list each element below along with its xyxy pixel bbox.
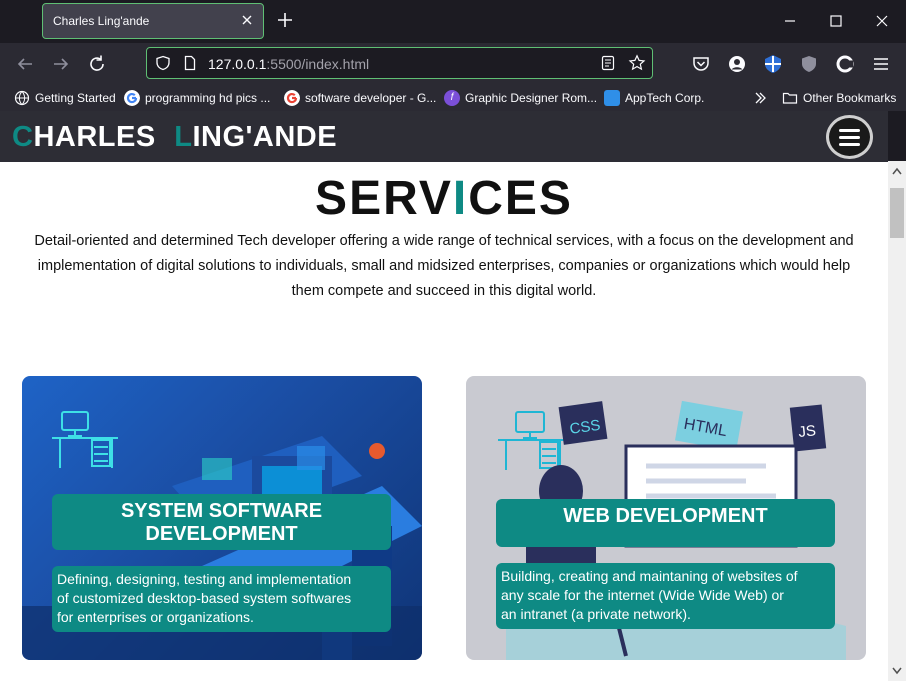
bookmark-graphic-designer[interactable]: f Graphic Designer Rom... bbox=[444, 89, 597, 107]
bookmark-label: programming hd pics ... bbox=[145, 91, 271, 105]
adblock-icon[interactable] bbox=[798, 53, 820, 75]
site-header: CHARLES LING'ANDE bbox=[0, 111, 888, 162]
title-part: CES bbox=[468, 172, 573, 225]
card-heading-web-development: WEB DEVELOPMENT bbox=[496, 499, 835, 547]
scroll-up-arrow-icon[interactable] bbox=[892, 167, 902, 175]
chevron-right-icon[interactable] bbox=[753, 91, 767, 105]
tab-title: Charles Ling'ande bbox=[53, 14, 150, 28]
intro-line: Detail-oriented and determined Tech deve… bbox=[34, 233, 854, 249]
reload-icon[interactable] bbox=[86, 53, 108, 75]
page-scrollbar[interactable] bbox=[888, 161, 906, 681]
services-heading: SERVICES bbox=[0, 171, 888, 226]
intro-line: implementation of digital solutions to i… bbox=[37, 258, 851, 274]
url-text[interactable]: 127.0.0.1:5500/index.html bbox=[208, 56, 369, 72]
bookmark-software-developer[interactable]: software developer - G... bbox=[284, 89, 436, 107]
reader-view-icon[interactable] bbox=[600, 55, 616, 71]
menu-bar-line bbox=[839, 143, 860, 146]
desc-line: any scale for the internet (Wide Wide We… bbox=[501, 587, 784, 603]
extension-icon[interactable] bbox=[834, 53, 856, 75]
intro-line: them compete and succeed in this digital… bbox=[291, 283, 597, 299]
url-bar[interactable]: 127.0.0.1:5500/index.html bbox=[146, 47, 653, 79]
close-tab-icon[interactable] bbox=[239, 12, 255, 28]
shield-icon[interactable] bbox=[155, 55, 171, 71]
scroll-down-arrow-icon[interactable] bbox=[892, 667, 902, 675]
desc-line: for enterprises or organizations. bbox=[57, 609, 254, 625]
menu-bar-line bbox=[839, 136, 860, 139]
desc-line: of customized desktop-based system softw… bbox=[57, 590, 352, 606]
card-description-system-software: Defining, designing, testing and impleme… bbox=[52, 566, 391, 632]
google-icon bbox=[284, 90, 300, 106]
browser-tab[interactable]: Charles Ling'ande bbox=[42, 3, 264, 39]
bookmark-label: AppTech Corp. bbox=[625, 91, 705, 105]
menu-hamburger-icon[interactable] bbox=[870, 53, 892, 75]
card-description-web-development: Building, creating and maintaning of web… bbox=[496, 563, 835, 629]
google-icon bbox=[124, 90, 140, 106]
services-intro: Detail-oriented and determined Tech deve… bbox=[0, 229, 888, 304]
folder-icon bbox=[782, 92, 798, 104]
close-window-icon[interactable] bbox=[871, 10, 893, 32]
bookmarks-bar: Getting Started programming hd pics ... … bbox=[0, 85, 906, 111]
page-viewport: CHARLES LING'ANDE SERVICES Detail-orient… bbox=[0, 111, 888, 681]
bookmark-label: Graphic Designer Rom... bbox=[465, 91, 598, 105]
apptech-icon bbox=[604, 90, 620, 106]
desc-line: an intranet (a private network). bbox=[501, 606, 691, 622]
site-menu-button[interactable] bbox=[826, 115, 873, 159]
heading-line: DEVELOPMENT bbox=[145, 523, 298, 545]
new-tab-icon[interactable] bbox=[276, 11, 294, 29]
desc-line: Defining, designing, testing and impleme… bbox=[57, 571, 352, 587]
service-card-system-software[interactable]: SYSTEM SOFTWARE DEVELOPMENT Defining, de… bbox=[22, 376, 422, 660]
title-accent: I bbox=[452, 172, 469, 225]
designer-icon: f bbox=[444, 90, 460, 106]
card-heading-system-software: SYSTEM SOFTWARE DEVELOPMENT bbox=[52, 494, 391, 550]
heading-line: WEB DEVELOPMENT bbox=[563, 505, 768, 527]
maximize-icon[interactable] bbox=[825, 10, 847, 32]
pocket-icon[interactable] bbox=[690, 53, 712, 75]
back-icon[interactable] bbox=[14, 53, 36, 75]
bookmark-apptech[interactable]: AppTech Corp. bbox=[604, 89, 704, 107]
site-logo[interactable]: CHARLES LING'ANDE bbox=[12, 121, 337, 154]
service-card-web-development[interactable]: CSS HTML JS WEB DEVELOPMENT Building, cr… bbox=[466, 376, 866, 660]
bookmark-label: Getting Started bbox=[35, 91, 116, 105]
heading-line: SYSTEM SOFTWARE bbox=[120, 500, 323, 522]
page-icon[interactable] bbox=[182, 55, 198, 71]
account-icon[interactable] bbox=[726, 53, 748, 75]
bookmark-label: software developer - G... bbox=[305, 91, 437, 105]
globe-icon bbox=[14, 90, 30, 106]
scrollbar-thumb[interactable] bbox=[890, 188, 904, 238]
bookmark-getting-started[interactable]: Getting Started bbox=[14, 89, 116, 107]
other-bookmarks-label: Other Bookmarks bbox=[803, 91, 897, 105]
logo-first-name: HARLES bbox=[33, 121, 165, 153]
tab-strip: Charles Ling'ande bbox=[0, 0, 906, 43]
js-art-label: JS bbox=[798, 422, 817, 441]
minimize-icon[interactable] bbox=[779, 10, 801, 32]
logo-initial-l: L bbox=[174, 121, 193, 153]
forward-icon[interactable] bbox=[50, 53, 72, 75]
menu-bar-line bbox=[839, 129, 860, 132]
logo-last-name: ING'ANDE bbox=[192, 121, 338, 153]
desc-line: Building, creating and maintaning of web… bbox=[501, 568, 798, 584]
other-bookmarks[interactable]: Other Bookmarks bbox=[782, 89, 896, 107]
url-path: :5500/index.html bbox=[266, 56, 370, 72]
bookmark-star-icon[interactable] bbox=[628, 54, 646, 72]
bookmark-programming[interactable]: programming hd pics ... bbox=[124, 89, 270, 107]
title-part: SERV bbox=[315, 172, 453, 225]
vpn-extension-icon[interactable] bbox=[762, 53, 784, 75]
url-host: 127.0.0.1 bbox=[208, 56, 267, 72]
logo-initial-c: C bbox=[12, 121, 34, 153]
nav-toolbar: 127.0.0.1:5500/index.html bbox=[0, 43, 906, 85]
